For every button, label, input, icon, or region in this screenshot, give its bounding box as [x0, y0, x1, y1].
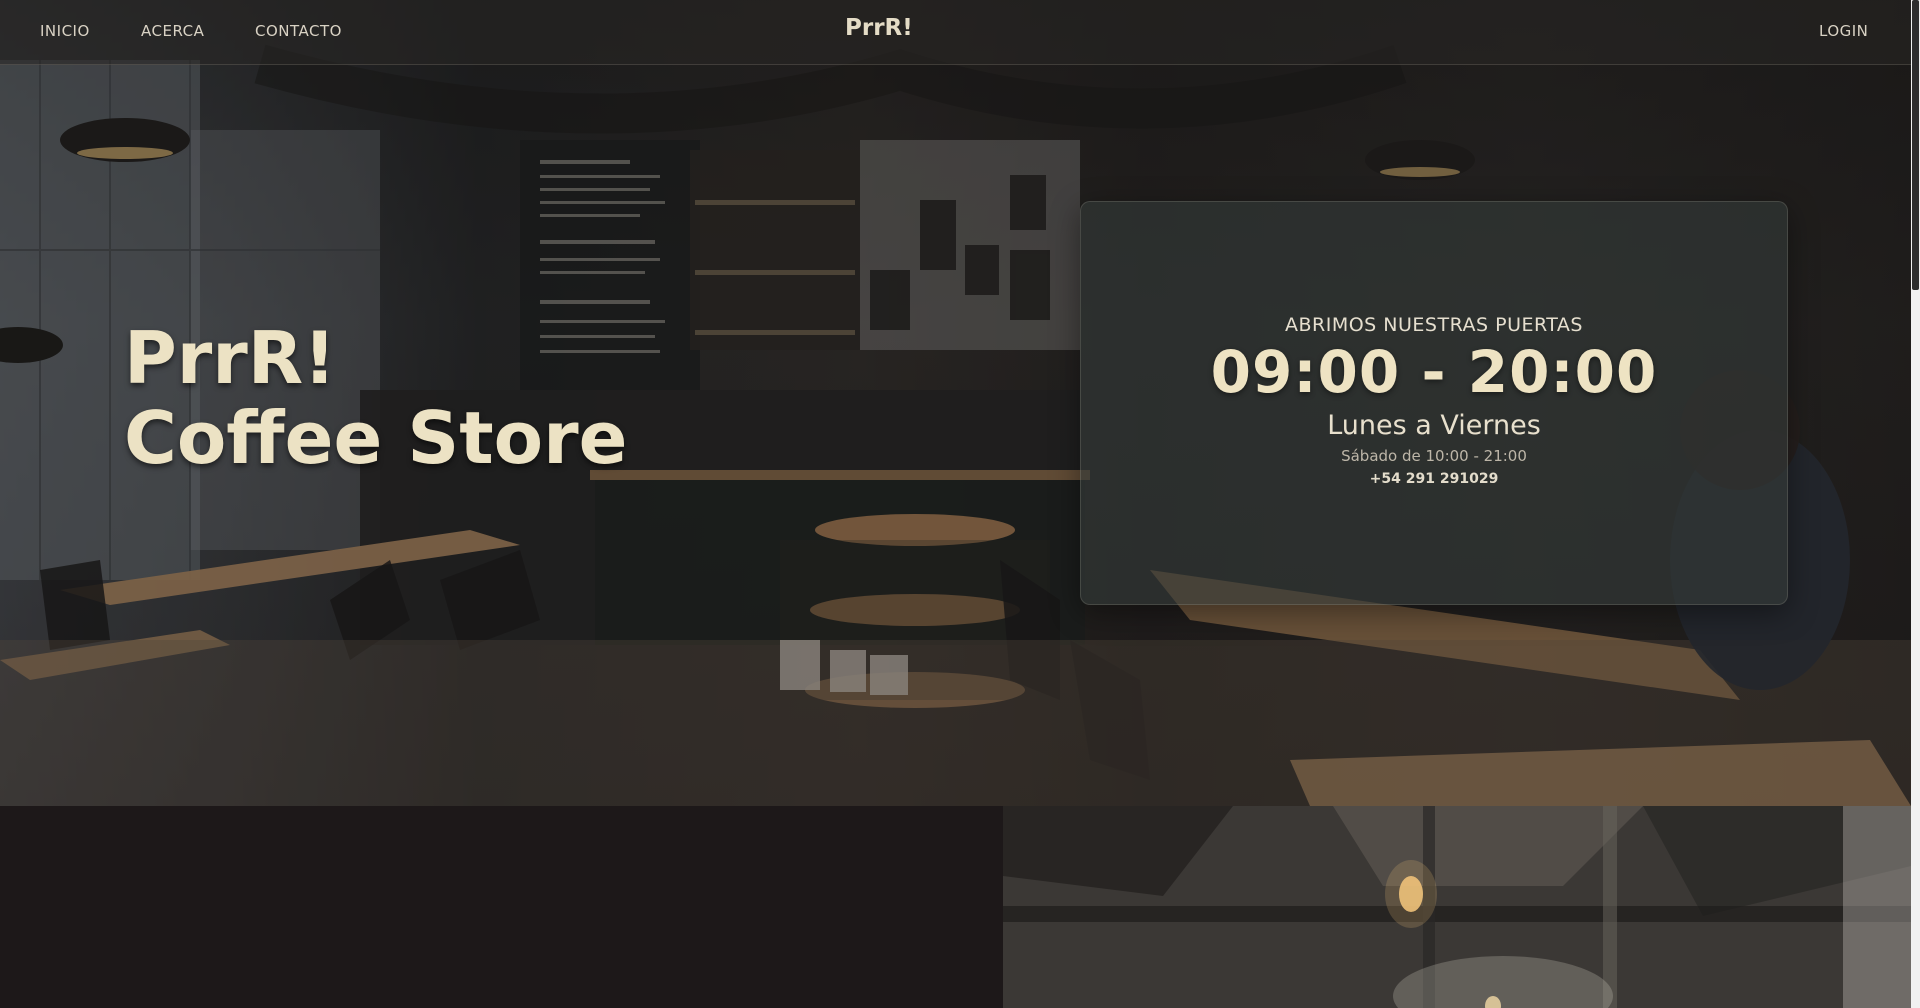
hero-title-brand: PrrR!: [124, 316, 337, 400]
brand-logo[interactable]: PrrR!: [845, 15, 913, 41]
hero-title: PrrR! Coffee Store: [124, 318, 627, 478]
hours-days: Lunes a Viernes: [1327, 410, 1541, 441]
page-scrollbar[interactable]: [1911, 0, 1920, 1008]
scrollbar-thumb[interactable]: [1912, 0, 1919, 290]
about-section-dark-panel: [0, 806, 1003, 1008]
hours-time-range: 09:00 - 20:00: [1210, 338, 1658, 406]
top-navbar: INICIO ACERCA CONTACTO PrrR! LOGIN: [0, 0, 1911, 65]
opening-hours-card: ABRIMOS NUESTRAS PUERTAS 09:00 - 20:00 L…: [1080, 201, 1788, 605]
hours-eyebrow: ABRIMOS NUESTRAS PUERTAS: [1285, 314, 1583, 336]
blurred-ceiling-image: [1003, 806, 1911, 1008]
nav-link-login[interactable]: LOGIN: [1819, 22, 1868, 40]
nav-link-inicio[interactable]: INICIO: [40, 22, 90, 40]
nav-link-acerca[interactable]: ACERCA: [141, 22, 204, 40]
contact-phone[interactable]: +54 291 291029: [1081, 471, 1787, 487]
hours-saturday: Sábado de 10:00 - 21:00: [1341, 447, 1527, 465]
about-section-image: [1003, 806, 1911, 1008]
page: INICIO ACERCA CONTACTO PrrR! LOGIN PrrR!…: [0, 0, 1920, 1008]
nav-link-contacto[interactable]: CONTACTO: [255, 22, 342, 40]
hero-title-subtitle: Coffee Store: [124, 396, 628, 480]
